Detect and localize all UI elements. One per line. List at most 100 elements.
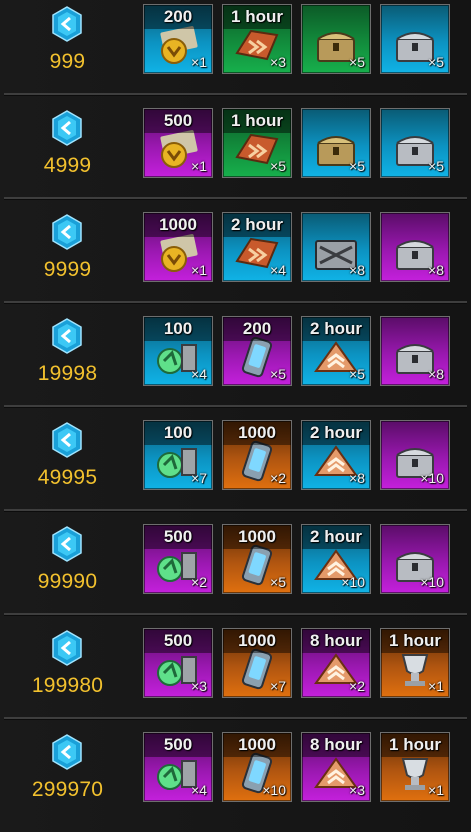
threshold-amount: 99990 bbox=[37, 570, 98, 593]
item-quantity: ×8 bbox=[349, 262, 365, 278]
reward-item-speedup-arrow[interactable]: 2 hour ×4 bbox=[222, 212, 292, 282]
tier-threshold: 49995 bbox=[0, 416, 135, 520]
tier-threshold: 9999 bbox=[0, 208, 135, 312]
reward-item-energy-canister[interactable]: 1000 ×7 bbox=[222, 628, 292, 698]
reward-item-speedup-chevrons[interactable]: 2 hour ×10 bbox=[301, 524, 371, 594]
reward-item-speedup-chevrons[interactable]: 2 hour ×5 bbox=[301, 316, 371, 386]
reward-item-silver-chest[interactable]: ×5 bbox=[380, 108, 450, 178]
item-quantity: ×1 bbox=[191, 158, 207, 174]
item-quantity: ×1 bbox=[428, 678, 444, 694]
item-quantity: ×1 bbox=[191, 54, 207, 70]
tier-threshold: 299970 bbox=[0, 728, 135, 832]
item-amount-label: 1000 bbox=[238, 631, 276, 650]
reward-item-green-parts[interactable]: 100 ×4 bbox=[143, 316, 213, 386]
item-quantity: ×4 bbox=[191, 366, 207, 382]
reward-item-golden-chest[interactable]: ×5 bbox=[301, 108, 371, 178]
reward-item-energy-canister[interactable]: 1000 ×5 bbox=[222, 524, 292, 594]
item-amount-label: 2 hour bbox=[231, 215, 283, 234]
reward-item-speedup-chevrons[interactable]: 8 hour ×2 bbox=[301, 628, 371, 698]
item-quantity: ×1 bbox=[428, 782, 444, 798]
reward-item-energy-canister[interactable]: 1000 ×10 bbox=[222, 732, 292, 802]
threshold-amount: 9999 bbox=[43, 258, 92, 281]
item-quantity: ×3 bbox=[349, 782, 365, 798]
item-quantity: ×3 bbox=[191, 678, 207, 694]
reward-item-golden-chest[interactable]: ×5 bbox=[301, 4, 371, 74]
item-quantity: ×10 bbox=[341, 574, 365, 590]
item-amount-label: 500 bbox=[163, 735, 193, 754]
reward-item-gold-coin-ticket[interactable]: 1000 ×1 bbox=[143, 212, 213, 282]
reward-item-green-parts[interactable]: 100 ×7 bbox=[143, 420, 213, 490]
item-amount-label: 2 hour bbox=[310, 319, 362, 338]
reward-tier-row: 19998 100 ×4 200 ×5 2 hour ×5 ×8 bbox=[0, 312, 471, 416]
row-divider bbox=[4, 405, 467, 408]
item-amount-label: 200 bbox=[242, 319, 272, 338]
item-amount-label: 1 hour bbox=[231, 7, 283, 26]
item-quantity: ×2 bbox=[349, 678, 365, 694]
item-amount-label: 1000 bbox=[238, 735, 276, 754]
tier-threshold: 99990 bbox=[0, 520, 135, 624]
item-quantity: ×5 bbox=[349, 54, 365, 70]
item-amount-label: 1 hour bbox=[389, 631, 441, 650]
item-quantity: ×8 bbox=[428, 262, 444, 278]
reward-item-energy-canister[interactable]: 1000 ×2 bbox=[222, 420, 292, 490]
row-divider bbox=[4, 93, 467, 96]
item-amount-label: 500 bbox=[163, 111, 193, 130]
reward-tier-row: 199980 500 ×3 1000 ×7 8 hour ×2 1 hour ×1 bbox=[0, 624, 471, 728]
item-quantity: ×10 bbox=[262, 782, 286, 798]
reward-item-green-parts[interactable]: 500 ×3 bbox=[143, 628, 213, 698]
item-amount-label: 200 bbox=[163, 7, 193, 26]
item-quantity: ×3 bbox=[270, 54, 286, 70]
reward-item-steel-crate[interactable]: ×8 bbox=[301, 212, 371, 282]
threshold-amount: 199980 bbox=[31, 674, 104, 697]
tier-threshold: 19998 bbox=[0, 312, 135, 416]
item-quantity: ×7 bbox=[191, 470, 207, 486]
reward-tier-row: 4999 500 ×1 1 hour ×5 ×5 ×5 bbox=[0, 104, 471, 208]
reward-item-gold-coin-ticket[interactable]: 200 ×1 bbox=[143, 4, 213, 74]
item-quantity: ×5 bbox=[270, 158, 286, 174]
row-divider bbox=[4, 613, 467, 616]
item-quantity: ×7 bbox=[270, 678, 286, 694]
reward-item-energy-canister[interactable]: 200 ×5 bbox=[222, 316, 292, 386]
threshold-amount: 19998 bbox=[37, 362, 98, 385]
reward-item-green-parts[interactable]: 500 ×2 bbox=[143, 524, 213, 594]
tier-threshold: 4999 bbox=[0, 104, 135, 208]
item-amount-label: 500 bbox=[163, 527, 193, 546]
row-divider bbox=[4, 717, 467, 720]
item-amount-label: 2 hour bbox=[310, 527, 362, 546]
reward-item-gold-coin-ticket[interactable]: 500 ×1 bbox=[143, 108, 213, 178]
reward-item-silver-chest[interactable]: ×10 bbox=[380, 420, 450, 490]
item-quantity: ×10 bbox=[420, 574, 444, 590]
item-amount-label: 1000 bbox=[238, 423, 276, 442]
item-quantity: ×2 bbox=[270, 470, 286, 486]
item-quantity: ×4 bbox=[191, 782, 207, 798]
item-quantity: ×5 bbox=[349, 366, 365, 382]
item-amount-label: 1 hour bbox=[389, 735, 441, 754]
reward-item-silver-trophy[interactable]: 1 hour ×1 bbox=[380, 732, 450, 802]
threshold-amount: 299970 bbox=[31, 778, 104, 801]
reward-item-speedup-chevrons[interactable]: 8 hour ×3 bbox=[301, 732, 371, 802]
row-divider bbox=[4, 301, 467, 304]
item-quantity: ×1 bbox=[191, 262, 207, 278]
reward-item-speedup-arrow[interactable]: 1 hour ×3 bbox=[222, 4, 292, 74]
reward-item-silver-chest[interactable]: ×10 bbox=[380, 524, 450, 594]
reward-item-silver-chest[interactable]: ×8 bbox=[380, 316, 450, 386]
item-quantity: ×8 bbox=[349, 470, 365, 486]
reward-item-speedup-chevrons[interactable]: 2 hour ×8 bbox=[301, 420, 371, 490]
item-quantity: ×5 bbox=[270, 574, 286, 590]
item-amount-label: 8 hour bbox=[310, 735, 362, 754]
reward-item-silver-chest[interactable]: ×5 bbox=[380, 4, 450, 74]
threshold-amount: 4999 bbox=[43, 154, 92, 177]
item-amount-label: 1000 bbox=[238, 527, 276, 546]
reward-tier-row: 49995 100 ×7 1000 ×2 2 hour ×8 ×10 bbox=[0, 416, 471, 520]
reward-item-silver-trophy[interactable]: 1 hour ×1 bbox=[380, 628, 450, 698]
item-amount-label: 8 hour bbox=[310, 631, 362, 650]
reward-tier-list: 999 200 ×1 1 hour ×3 ×5 ×5 4999 500 ×1 1 hour ×5 ×5 ×… bbox=[0, 0, 471, 832]
item-quantity: ×5 bbox=[270, 366, 286, 382]
reward-item-silver-chest[interactable]: ×8 bbox=[380, 212, 450, 282]
item-amount-label: 1 hour bbox=[231, 111, 283, 130]
item-quantity: ×5 bbox=[428, 158, 444, 174]
item-amount-label: 100 bbox=[163, 423, 193, 442]
reward-item-speedup-arrow[interactable]: 1 hour ×5 bbox=[222, 108, 292, 178]
reward-item-green-parts[interactable]: 500 ×4 bbox=[143, 732, 213, 802]
item-amount-label: 1000 bbox=[159, 215, 197, 234]
